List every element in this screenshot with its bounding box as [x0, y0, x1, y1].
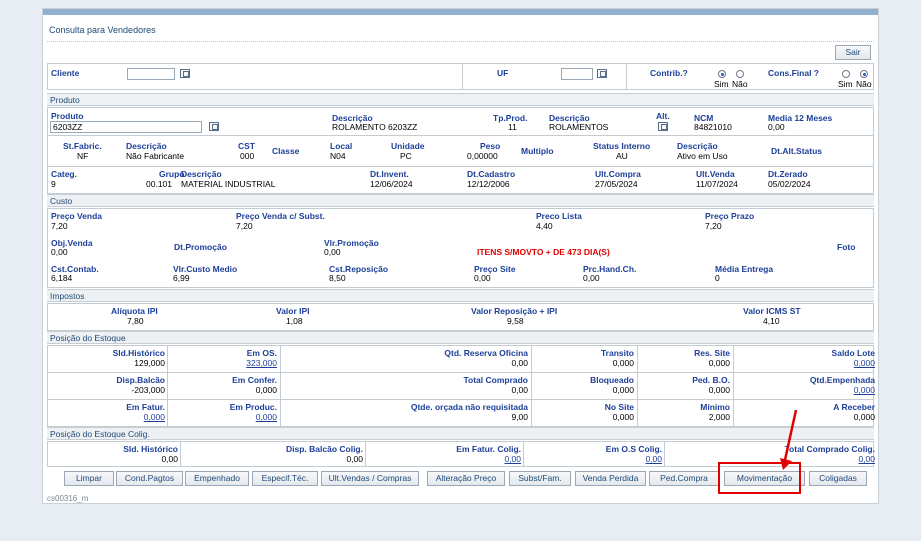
annotation-arrow-icon: [780, 409, 798, 470]
